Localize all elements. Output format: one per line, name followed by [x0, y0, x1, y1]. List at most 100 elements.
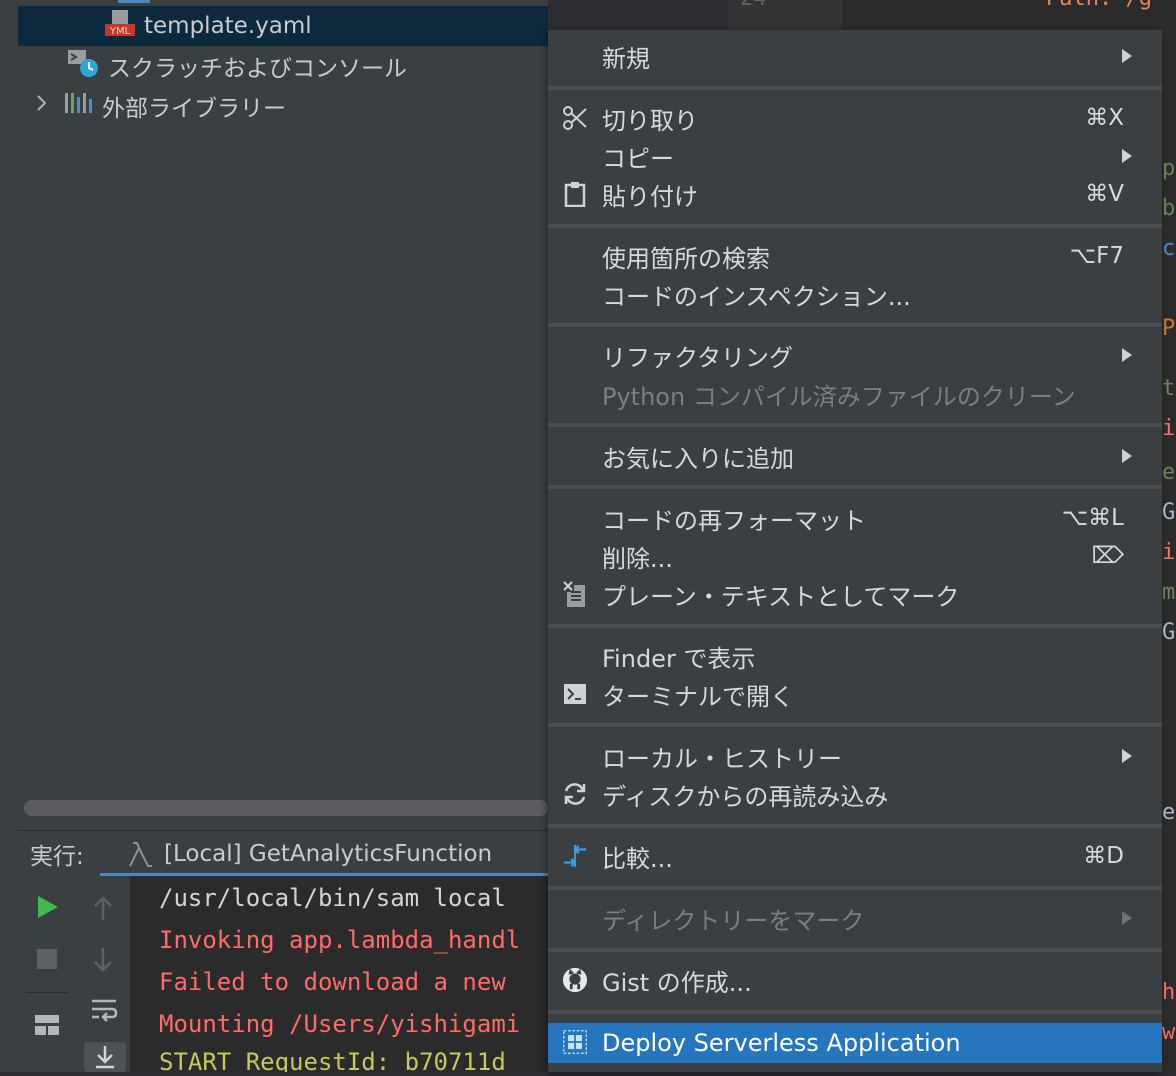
- console-line-text: Failed to download a new: [159, 968, 506, 996]
- menu-item-label: ディレクトリーをマーク: [602, 906, 865, 935]
- tree-item-external-libraries[interactable]: 外部ライブラリー: [18, 86, 548, 126]
- run-icon[interactable]: [36, 894, 60, 924]
- left-tool-strip: [0, 0, 19, 1072]
- edge-char: e: [1162, 460, 1176, 485]
- editor-right-edge: p b c P t i e G i m G e h w: [1160, 40, 1176, 1072]
- scroll-to-end-icon[interactable]: [84, 1042, 126, 1072]
- console-output[interactable]: /usr/local/bin/sam local Invoking app.la…: [131, 876, 548, 1072]
- edge-char: i: [1162, 416, 1176, 441]
- menu-separator: [548, 723, 1162, 727]
- menu-item-compare[interactable]: 比較... ⌘D: [548, 837, 1162, 875]
- tree-item-label: スクラッチおよびコンソール: [108, 56, 407, 82]
- stop-icon[interactable]: [36, 948, 58, 974]
- menu-separator: [548, 886, 1162, 890]
- menu-item-shortcut: ⌘D: [1083, 843, 1124, 869]
- menu-item-label: 削除...: [602, 544, 673, 573]
- context-menu: 新規 切り取り ⌘X コピー 貼り付け ⌘V 使用箇所の検索 ⌥F7 コードのイ…: [548, 30, 1162, 1072]
- menu-item-paste[interactable]: 貼り付け ⌘V: [548, 175, 1162, 213]
- menu-item-label: ディスクからの再読み込み: [602, 782, 889, 811]
- menu-item-delete[interactable]: 削除... ⌦: [548, 537, 1162, 575]
- terminal-icon: [562, 681, 588, 707]
- menu-separator: [548, 824, 1162, 828]
- menu-item-shortcut: ⌦: [1091, 543, 1124, 569]
- menu-item-label: Python コンパイル済みファイルのクリーン: [602, 382, 1076, 411]
- edge-char: e: [1162, 800, 1176, 825]
- menu-separator: [548, 423, 1162, 427]
- menu-item-add-to-favorites[interactable]: お気に入りに追加: [548, 437, 1162, 475]
- menu-item-label: Finder で表示: [602, 644, 756, 673]
- submenu-arrow-icon: [1122, 749, 1132, 763]
- tree-item-template-yaml[interactable]: YML template.yaml: [18, 6, 548, 46]
- menu-item-mark-as-plain-text[interactable]: プレーン・テキストとしてマーク: [548, 575, 1162, 613]
- yaml-file-icon: YML: [104, 8, 136, 44]
- project-tree: YML template.yaml スクラッチおよびコンソール 外部ライブラリー: [18, 0, 548, 830]
- plain-text-icon: [562, 580, 588, 607]
- menu-separator: [548, 86, 1162, 90]
- console-line: START RequestId: b70711d: [159, 1048, 506, 1072]
- edge-char: w: [1162, 1020, 1176, 1045]
- arrow-down-icon[interactable]: [92, 946, 114, 978]
- menu-separator: [548, 948, 1162, 952]
- submenu-arrow-icon: [1122, 911, 1132, 925]
- menu-item-refactor[interactable]: リファクタリング: [548, 336, 1162, 374]
- layout-icon[interactable]: [34, 1014, 60, 1040]
- submenu-arrow-icon: [1122, 49, 1132, 63]
- arrow-up-icon[interactable]: [92, 894, 114, 926]
- menu-item-label: 使用箇所の検索: [602, 244, 770, 273]
- menu-item-deploy-serverless-application[interactable]: Deploy Serverless Application: [548, 1023, 1162, 1063]
- menu-item-label: ローカル・ヒストリー: [602, 744, 842, 773]
- menu-item-label: 新規: [602, 44, 650, 73]
- menu-item-label: コードの再フォーマット: [602, 506, 866, 535]
- menu-separator: [548, 224, 1162, 228]
- menu-item-new[interactable]: 新規: [548, 37, 1162, 75]
- menu-item-reformat-code[interactable]: コードの再フォーマット ⌥⌘L: [548, 499, 1162, 537]
- menu-item-open-in-terminal[interactable]: ターミナルで開く: [548, 675, 1162, 713]
- run-toolbar-primary: [18, 876, 76, 1072]
- menu-item-create-gist[interactable]: Gist の作成...: [548, 961, 1162, 999]
- submenu-arrow-icon: [1122, 149, 1132, 163]
- menu-item-shortcut: ⌥F7: [1069, 243, 1124, 269]
- console-line: Mounting /Users/yishigami: [159, 1010, 520, 1038]
- tree-item-label: template.yaml: [144, 13, 312, 39]
- menu-item-reload-from-disk[interactable]: ディスクからの再読み込み: [548, 775, 1162, 813]
- edge-char: i: [1162, 540, 1176, 565]
- submenu-arrow-icon: [1122, 348, 1132, 362]
- menu-item-cut[interactable]: 切り取り ⌘X: [548, 99, 1162, 137]
- svg-text:YML: YML: [109, 26, 131, 37]
- menu-item-shortcut: ⌥⌘L: [1061, 505, 1124, 531]
- editor-text: Path: /g: [1046, 0, 1152, 11]
- menu-item-find-usages[interactable]: 使用箇所の検索 ⌥F7: [548, 237, 1162, 275]
- library-icon: [64, 91, 94, 121]
- tree-item-scratches[interactable]: スクラッチおよびコンソール: [18, 46, 548, 86]
- menu-item-label: コードのインスペクション...: [602, 282, 911, 311]
- menu-item-local-history[interactable]: ローカル・ヒストリー: [548, 737, 1162, 775]
- menu-separator: [548, 624, 1162, 628]
- menu-item-label: ターミナルで開く: [602, 682, 794, 711]
- menu-item-copy[interactable]: コピー: [548, 137, 1162, 175]
- reload-icon: [562, 781, 588, 807]
- soft-wrap-icon[interactable]: [90, 996, 118, 1028]
- menu-item-label: Gist の作成...: [602, 968, 752, 997]
- console-line: Invoking app.lambda_handl: [159, 926, 520, 954]
- edge-char: p: [1162, 156, 1176, 181]
- menu-item-label: プレーン・テキストとしてマーク: [602, 582, 960, 611]
- menu-separator: [548, 1010, 1162, 1014]
- menu-item-label: お気に入りに追加: [602, 444, 794, 473]
- menu-item-shortcut: ⌘X: [1085, 105, 1124, 131]
- menu-item-reveal-in-finder[interactable]: Finder で表示: [548, 637, 1162, 675]
- horizontal-scrollbar[interactable]: [24, 800, 548, 816]
- run-toolbar-secondary: [76, 876, 131, 1072]
- menu-item-inspect-code[interactable]: コードのインスペクション...: [548, 275, 1162, 313]
- run-tab[interactable]: [Local] GetAnalyticsFunction: [126, 831, 492, 877]
- clipboard-icon: [562, 181, 588, 207]
- chevron-right-icon[interactable]: [34, 93, 50, 119]
- run-panel-header: 実行: [Local] GetAnalyticsFunction: [18, 830, 548, 877]
- compare-icon: [562, 843, 588, 869]
- console-line-text: /usr/local/bin/sam local: [159, 884, 506, 912]
- menu-item-label: 比較...: [602, 844, 673, 873]
- edge-char: m: [1162, 580, 1176, 605]
- menu-item-label: Deploy Serverless Application: [602, 1029, 961, 1057]
- scissors-icon: [562, 105, 588, 131]
- run-tab-label: [Local] GetAnalyticsFunction: [164, 841, 493, 867]
- edge-char: G: [1162, 620, 1176, 645]
